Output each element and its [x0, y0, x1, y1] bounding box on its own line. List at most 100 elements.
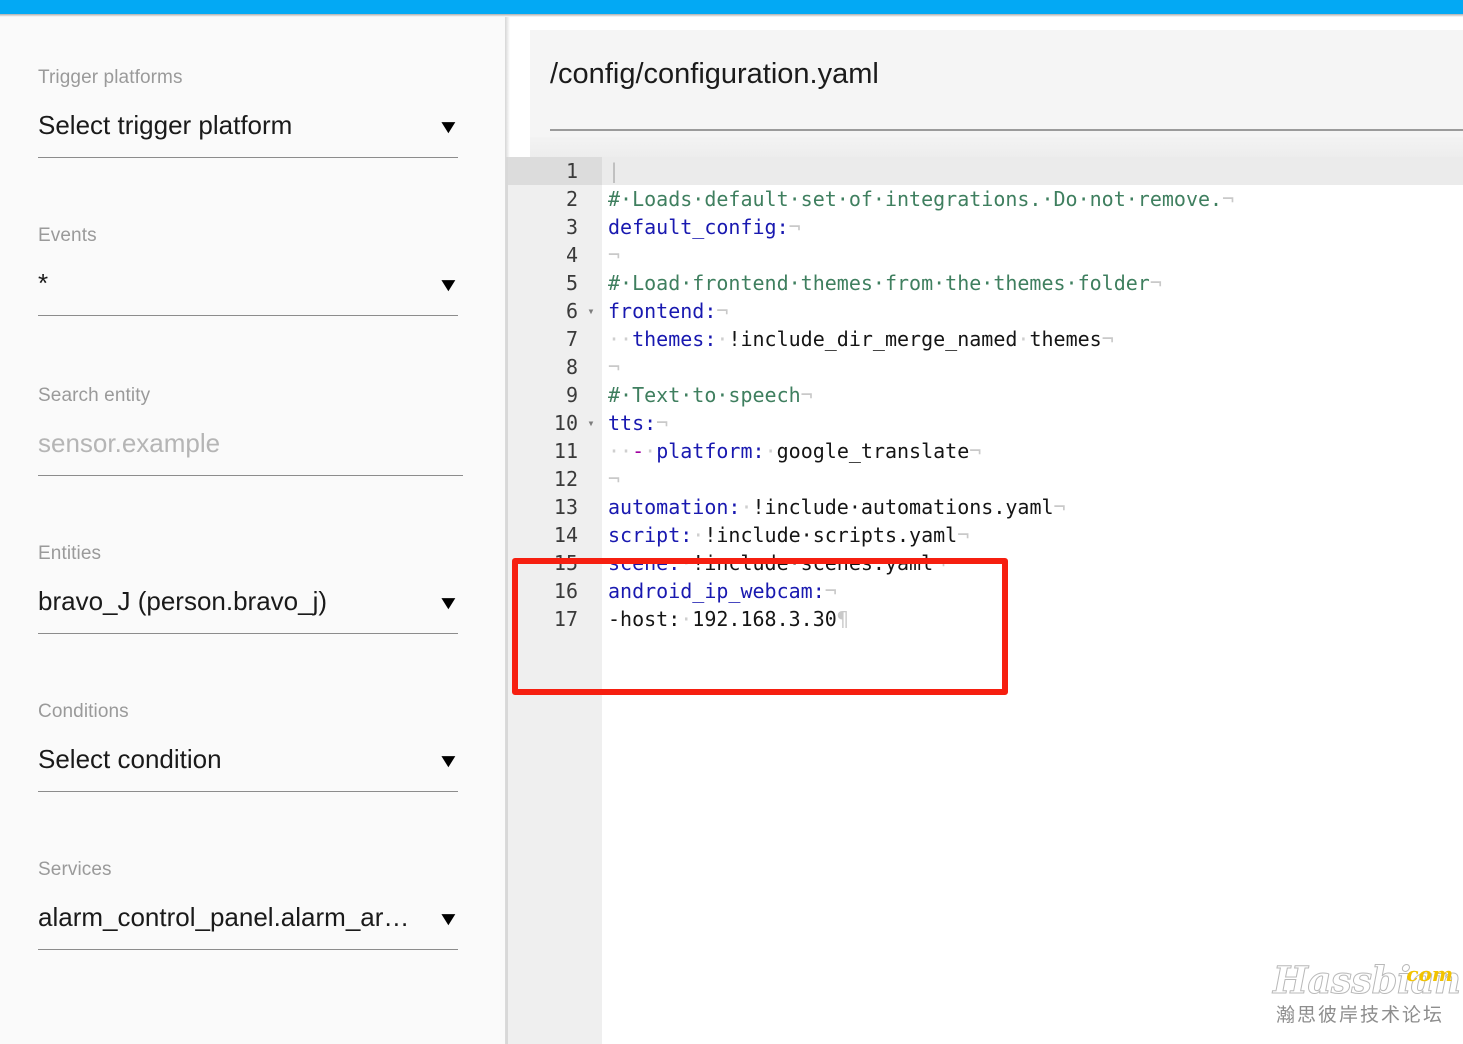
- code-line[interactable]: 16 android_ip_webcam:¬: [508, 577, 1463, 605]
- code-line[interactable]: 14 script:·!include·scripts.yaml¬: [508, 521, 1463, 549]
- entities-value: bravo_J (person.bravo_j): [38, 587, 328, 616]
- code-line[interactable]: 17 -host:·192.168.3.30¶: [508, 605, 1463, 633]
- line-number: 17: [553, 607, 578, 631]
- chevron-down-icon: ▼: [436, 592, 461, 614]
- field-underline: [38, 156, 458, 158]
- code-token: !include_dir_merge_named: [728, 327, 1018, 351]
- code-token: ·: [764, 439, 777, 463]
- services-value: alarm_control_panel.alarm_ar…: [38, 903, 410, 932]
- code-token: tts:: [608, 411, 657, 435]
- code-token: -host:: [608, 607, 681, 631]
- fold-toggle-icon[interactable]: ▾: [584, 409, 598, 437]
- field-underline: [38, 632, 458, 634]
- entities-select[interactable]: bravo_J (person.bravo_j) ▼: [38, 587, 461, 617]
- chevron-down-icon: ▼: [436, 116, 461, 138]
- field-entities: Entities bravo_J (person.bravo_j) ▼: [38, 543, 461, 634]
- conditions-select[interactable]: Select condition ▼: [38, 745, 461, 775]
- search-entity-input[interactable]: sensor.example: [38, 429, 463, 459]
- services-select[interactable]: alarm_control_panel.alarm_ar… ▼: [38, 903, 460, 933]
- page-title: /config/configuration.yaml: [550, 58, 879, 90]
- line-number: 11: [553, 439, 578, 463]
- line-number: 16: [553, 579, 578, 603]
- field-underline: [38, 790, 458, 792]
- trigger-platform-select[interactable]: Select trigger platform ▼: [38, 111, 461, 141]
- code-line[interactable]: 1 |: [508, 157, 1463, 185]
- fold-toggle-icon[interactable]: ▾: [584, 297, 598, 325]
- code-line[interactable]: 8 ¬: [508, 353, 1463, 381]
- code-token: ¬: [608, 243, 621, 267]
- code-line-text: ¬: [608, 465, 620, 493]
- watermark-brand-text: Hassbian com: [1265, 958, 1461, 1003]
- code-line-text: #·Loads·default·set·of·integrations.·Do·…: [608, 185, 1234, 213]
- events-value: *: [38, 269, 49, 298]
- code-line-text: tts:¬: [608, 409, 668, 437]
- site-watermark: Hassbian com 瀚思彼岸技术论坛: [1265, 958, 1461, 1040]
- conditions-value: Select condition: [38, 745, 222, 774]
- app-top-accent-bar: [0, 0, 1463, 14]
- line-number: 10: [553, 411, 578, 435]
- code-line-text: ··-·platform:·google_translate¬: [608, 437, 981, 465]
- code-line[interactable]: 15 scene:·!include·scenes.yaml¬: [508, 549, 1463, 577]
- code-token: ¬: [716, 299, 729, 323]
- code-token: ·: [1017, 327, 1030, 351]
- chevron-down-icon: ▼: [436, 750, 461, 772]
- field-label-entities: Entities: [38, 543, 102, 564]
- field-conditions: Conditions Select condition ▼: [38, 701, 461, 792]
- code-token: ¬: [969, 439, 982, 463]
- code-line[interactable]: 2 #·Loads·default·set·of·integrations.·Do…: [508, 185, 1463, 213]
- code-token: ·: [680, 551, 693, 575]
- code-line-text: frontend:¬: [608, 297, 728, 325]
- code-line-text: -host:·192.168.3.30¶: [608, 605, 849, 633]
- code-line[interactable]: 9 #·Text·to·speech¬: [508, 381, 1463, 409]
- code-token: ··: [608, 439, 633, 463]
- line-number: 15: [553, 551, 578, 575]
- code-token: themes:: [632, 327, 717, 351]
- code-line[interactable]: 10 ▾ tts:¬: [508, 409, 1463, 437]
- code-line-text: script:·!include·scripts.yaml¬: [608, 521, 969, 549]
- code-line[interactable]: 12 ¬: [508, 465, 1463, 493]
- code-token: |: [608, 159, 621, 183]
- search-entity-placeholder: sensor.example: [38, 429, 221, 458]
- field-label-services: Services: [38, 859, 112, 880]
- code-token: ·: [680, 607, 693, 631]
- code-line[interactable]: 7 ··themes:·!include_dir_merge_named·them…: [508, 325, 1463, 353]
- code-token: ¬: [824, 579, 837, 603]
- code-token: !include·automations.yaml: [752, 495, 1054, 519]
- code-line[interactable]: 3 default_config:¬: [508, 213, 1463, 241]
- code-line[interactable]: 4 ¬: [508, 241, 1463, 269]
- developer-tools-sidebar: Trigger platforms Select trigger platfor…: [0, 17, 505, 1044]
- header-card-fade: [530, 137, 1463, 157]
- code-line-text: |: [608, 157, 620, 185]
- code-token: ¬: [608, 355, 621, 379]
- field-search-entity: Search entity sensor.example: [38, 385, 463, 476]
- field-events: Events * ▼: [38, 225, 461, 316]
- code-token: ·: [716, 327, 729, 351]
- code-line[interactable]: 13 automation:·!include·automations.yaml¬: [508, 493, 1463, 521]
- code-line-text: ··themes:·!include_dir_merge_named·theme…: [608, 325, 1114, 353]
- yaml-code-editor[interactable]: 1 | 2 #·Loads·default·set·of·integrations.·…: [506, 157, 1463, 1044]
- line-number: 12: [553, 467, 578, 491]
- code-line[interactable]: 5 #·Load·frontend·themes·from·the·themes·…: [508, 269, 1463, 297]
- line-number: 6: [565, 299, 578, 323]
- events-select[interactable]: * ▼: [38, 269, 461, 299]
- code-token: google_translate: [776, 439, 970, 463]
- field-underline: [38, 474, 463, 476]
- code-line[interactable]: 11 ··-·platform:·google_translate¬: [508, 437, 1463, 465]
- code-line[interactable]: 6 ▾ frontend:¬: [508, 297, 1463, 325]
- chevron-down-icon: ▼: [436, 274, 461, 296]
- code-line-text: automation:·!include·automations.yaml¬: [608, 493, 1066, 521]
- field-label-search-entity: Search entity: [38, 385, 151, 406]
- code-token: ··: [608, 327, 633, 351]
- field-underline: [38, 314, 458, 316]
- line-number: 8: [565, 355, 578, 379]
- code-token: ¬: [957, 523, 970, 547]
- line-number: 1: [565, 159, 578, 183]
- code-lines-container[interactable]: 1 | 2 #·Loads·default·set·of·integrations.·…: [508, 157, 1463, 633]
- code-token: platform:: [656, 439, 765, 463]
- code-line-text: default_config:¬: [608, 213, 801, 241]
- screen-root: Trigger platforms Select trigger platfor…: [0, 0, 1463, 1044]
- code-token: scene:: [608, 551, 681, 575]
- code-token: ¬: [608, 467, 621, 491]
- trigger-platform-value: Select trigger platform: [38, 111, 293, 140]
- line-number: 13: [553, 495, 578, 519]
